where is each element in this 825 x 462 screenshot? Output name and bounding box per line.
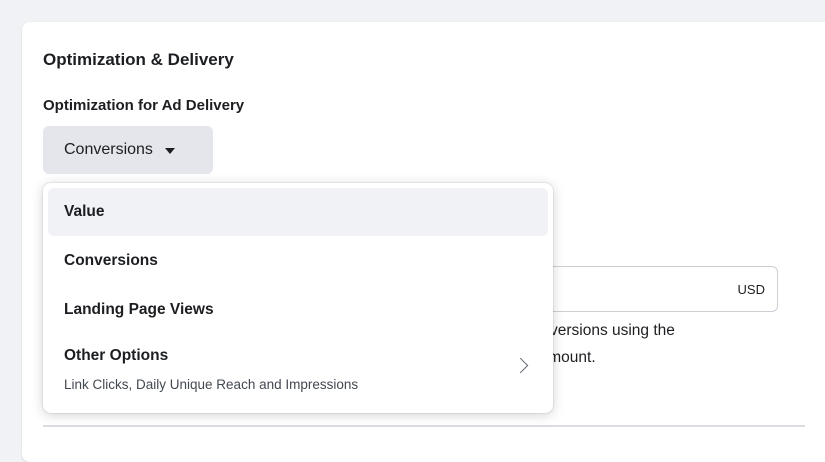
menu-item-value[interactable]: Value <box>48 188 548 236</box>
menu-item-landing-page-views[interactable]: Landing Page Views <box>48 286 548 334</box>
section-divider <box>43 425 805 427</box>
dropdown-selected-value: Conversions <box>64 141 153 158</box>
optimization-dropdown-menu: Value Conversions Landing Page Views Oth… <box>43 183 553 413</box>
menu-item-other-options[interactable]: Other Options Link Clicks, Daily Unique … <box>48 335 548 407</box>
cost-control-input[interactable]: USD <box>520 266 778 312</box>
caret-down-icon <box>164 148 175 154</box>
other-options-description: Link Clicks, Daily Unique Reach and Impr… <box>64 377 359 392</box>
other-options-title: Other Options <box>64 347 169 364</box>
optimization-dropdown-button[interactable]: Conversions <box>43 126 213 174</box>
currency-label: USD <box>737 282 765 297</box>
menu-item-conversions[interactable]: Conversions <box>48 237 548 285</box>
section-title: Optimization & Delivery <box>43 50 234 69</box>
chevron-right-icon <box>512 357 529 374</box>
optimization-label: Optimization for Ad Delivery <box>43 97 245 114</box>
